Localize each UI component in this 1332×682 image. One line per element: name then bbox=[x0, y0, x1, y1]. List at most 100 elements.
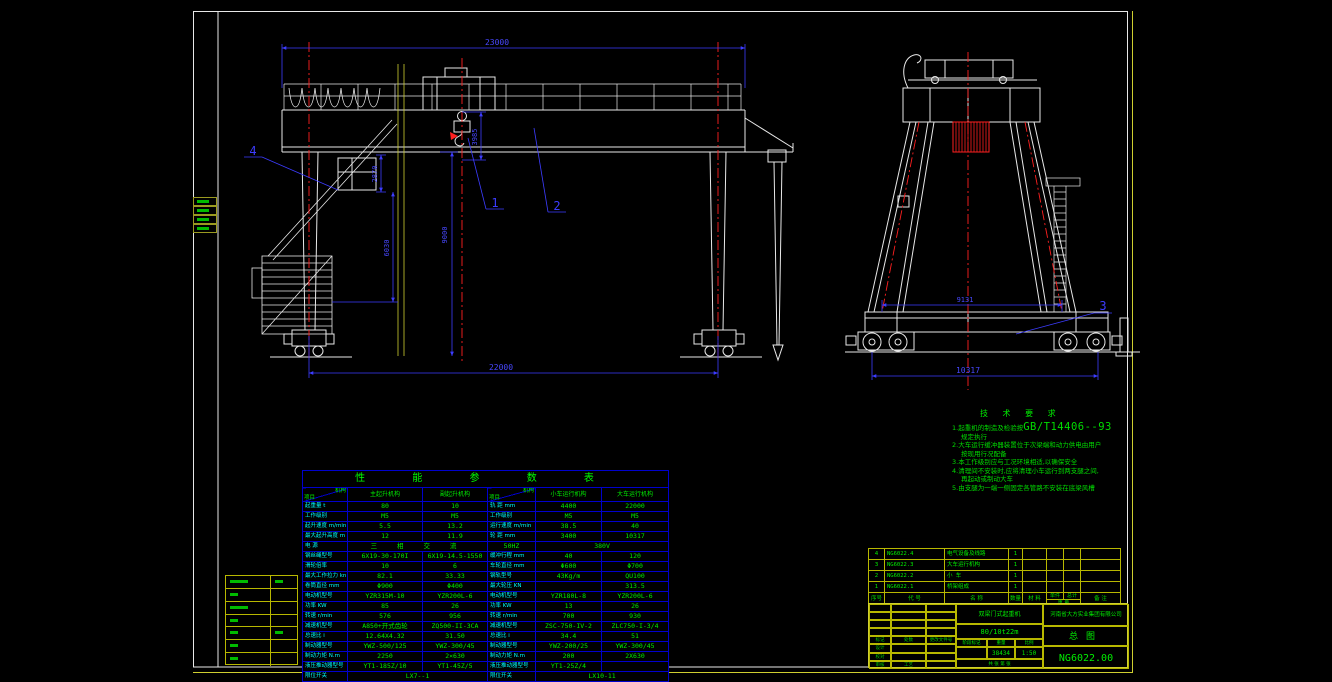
param-table-title-row: 性 能 参 数 表 bbox=[303, 471, 669, 488]
bom-cell bbox=[1023, 582, 1047, 593]
col-header-main-hoist: 主起升机构 bbox=[348, 488, 423, 502]
bom-cell bbox=[1023, 549, 1047, 560]
side-trucks bbox=[845, 318, 1140, 356]
technical-notes: 技 术 要 求 1.起重机的制造及检验按GB/T14406--93 规定执行2.… bbox=[952, 408, 1132, 492]
company-name: 河南省大方实业集团有限公司 bbox=[1043, 604, 1129, 626]
meta-header-scale: 比例 bbox=[1015, 639, 1043, 647]
param-cell: 液压推动器型号 bbox=[488, 662, 536, 672]
param-cell: 总速比 i bbox=[303, 632, 348, 642]
param-row: 制动器型号YWZ-500/125YWZ-300/45制动器型号YWZ-200/2… bbox=[303, 642, 669, 652]
param-cell: 钢丝绳型号 bbox=[303, 552, 348, 562]
bom-cell bbox=[1081, 571, 1121, 582]
bottom-beam bbox=[865, 312, 1108, 332]
param-cell: 40 bbox=[602, 522, 669, 532]
drawing-sheet: 23000 22000 2870 6030 9000 3985 1 2 4 bbox=[0, 0, 1332, 679]
col-header-trolley-travel: 小车运行机构 bbox=[536, 488, 602, 502]
note-line: 规定执行 bbox=[952, 433, 1132, 442]
dim-side-wheel-base: 10317 bbox=[956, 366, 980, 375]
param-cell: 33.33 bbox=[423, 572, 488, 582]
bom-cell: 1 bbox=[1009, 560, 1023, 571]
param-cell: 34.4 bbox=[536, 632, 602, 642]
param-cell: 2×630 bbox=[423, 652, 488, 662]
bom-cell: NG6022.4 bbox=[885, 549, 945, 560]
param-cell: 滑轮倍率 bbox=[303, 562, 348, 572]
param-cell: 6X19-30-170I bbox=[348, 552, 423, 562]
note-line: 再起动或制动大车 bbox=[952, 475, 1132, 484]
param-cell: YWZ-500/125 bbox=[348, 642, 423, 652]
param-cell: LX10-11 bbox=[536, 672, 669, 682]
param-cell: M5 bbox=[536, 512, 602, 522]
param-cell: 380V bbox=[536, 542, 669, 552]
param-cell bbox=[602, 662, 669, 672]
param-cell: 5.5 bbox=[348, 522, 423, 532]
note-line: 4.清理间不安装时,应将清理小车运行到两支腿之间, bbox=[952, 467, 1132, 476]
param-cell: 12.64X4.32 bbox=[348, 632, 423, 642]
param-cell: 轮 距 mm bbox=[488, 532, 536, 542]
param-cell: Φ400 bbox=[423, 582, 488, 592]
param-row: 电动机型号YZR315M-10YZR200L-6电动机型号YZR180L-8YZ… bbox=[303, 592, 669, 602]
note-line: 2.大车运行缓冲器装置位于次梁端和动力供电由用户 bbox=[952, 441, 1132, 450]
param-row: 钢丝绳型号6X19-30-170I6X19-14.5-1550缓冲行程 mm40… bbox=[303, 552, 669, 562]
stage-value bbox=[956, 647, 987, 659]
param-cell: YWZ-300/45 bbox=[602, 642, 669, 652]
revision-grid: 标记处数更改文件号设计校对审核工艺 bbox=[869, 604, 956, 669]
param-cell: 2X630 bbox=[602, 652, 669, 662]
bom-cell: NG6022.1 bbox=[885, 582, 945, 593]
param-cell: 转速 r/min bbox=[488, 612, 536, 622]
dim-front-span: 22000 bbox=[489, 363, 513, 372]
drawing-title: 总图 bbox=[1043, 626, 1129, 646]
param-cell: YT1-25Z/4 bbox=[536, 662, 602, 672]
param-cell: ZLC750-I-3/4 bbox=[602, 622, 669, 632]
param-cell: 最大工作拉力 kn bbox=[303, 572, 348, 582]
left-leg bbox=[302, 152, 318, 330]
titleblock-label: 标记 bbox=[869, 636, 891, 644]
signature-strip bbox=[225, 575, 298, 665]
note-line: 3.本工作级别应与工况环境相适,以确保安全 bbox=[952, 458, 1132, 467]
titleblock-label bbox=[926, 644, 956, 652]
girder-section bbox=[903, 88, 1040, 122]
param-cell: 26 bbox=[602, 602, 669, 612]
col-header-gantry-travel: 大车运行机构 bbox=[602, 488, 669, 502]
trolley-front bbox=[423, 68, 495, 110]
zone-tick bbox=[193, 224, 217, 233]
param-cell: 11.9 bbox=[423, 532, 488, 542]
bom-cell: 2 bbox=[869, 571, 885, 582]
param-cell: 82.1 bbox=[348, 572, 423, 582]
param-cell: M5 bbox=[602, 512, 669, 522]
hook-arrow bbox=[450, 132, 458, 140]
param-cell: 工作级别 bbox=[303, 512, 348, 522]
param-cell: 43Kg/m bbox=[536, 572, 602, 582]
dim-hook: 3985 bbox=[471, 129, 479, 146]
param-row: 功率 KW8526功率 KW1326 bbox=[303, 602, 669, 612]
bom-cell bbox=[1081, 582, 1121, 593]
param-cell: YZR180L-8 bbox=[536, 592, 602, 602]
param-cell: 起升速度 m/min bbox=[303, 522, 348, 532]
bom-cell: 电气设备及线路 bbox=[945, 549, 1009, 560]
param-cell: 120 bbox=[602, 552, 669, 562]
side-view bbox=[845, 55, 1140, 356]
param-cell: 工作级别 bbox=[488, 512, 536, 522]
titleblock-label: 处数 bbox=[891, 636, 926, 644]
param-cell: 运行速度 m/min bbox=[488, 522, 536, 532]
param-cell: 80 bbox=[348, 502, 423, 512]
bom-cell bbox=[1047, 549, 1064, 560]
param-row: 最大起升高度 m1211.9轮 距 mm340010317 bbox=[303, 532, 669, 542]
param-cell: Φ600 bbox=[536, 562, 602, 572]
bom-cell bbox=[1047, 560, 1064, 571]
zone-tick bbox=[193, 206, 217, 215]
param-cell: 卷筒直径 mm bbox=[303, 582, 348, 592]
bom-cell: 大车运行机构 bbox=[945, 560, 1009, 571]
param-cell: 电动机型号 bbox=[303, 592, 348, 602]
param-cell: YT1-185Z/10 bbox=[348, 662, 423, 672]
param-cell: 最大起升高度 m bbox=[303, 532, 348, 542]
param-cell: Φ900 bbox=[348, 582, 423, 592]
param-cell: 限位开关 bbox=[488, 672, 536, 682]
titleblock-label bbox=[926, 653, 956, 661]
bom-cell bbox=[1047, 571, 1064, 582]
dim-clearance: 6030 bbox=[383, 240, 391, 257]
param-cell: 液压推动器型号 bbox=[303, 662, 348, 672]
param-cell: 减速机型号 bbox=[303, 622, 348, 632]
param-table-header-row: 机构 项目 主起升机构 副起升机构 机构 项目 小车运行机构 大车运行机构 bbox=[303, 488, 669, 502]
notes-title: 技 术 要 求 bbox=[980, 408, 1132, 419]
param-cell: 减速机型号 bbox=[488, 622, 536, 632]
